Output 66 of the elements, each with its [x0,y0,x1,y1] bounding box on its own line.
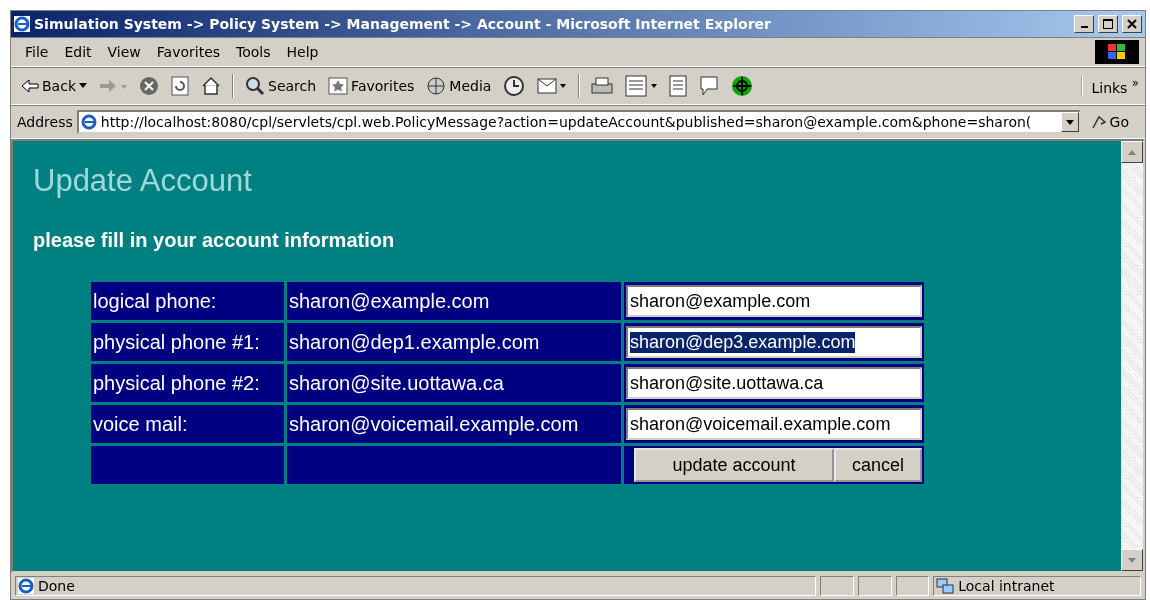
document-icon[interactable] [625,75,658,97]
caret-icon [79,83,87,89]
search-icon[interactable] [245,76,265,96]
close-button[interactable] [1122,15,1142,33]
links-button[interactable]: Links $^{»}$ [1081,76,1139,96]
scrollbar[interactable] [1121,141,1143,571]
go-button[interactable]: Go [1080,114,1139,130]
maximize-button[interactable] [1098,15,1118,33]
menu-item[interactable]: Edit [56,44,100,60]
status-pane [857,576,892,596]
back-arrow-icon[interactable] [21,79,39,93]
notepad-icon[interactable] [669,75,688,97]
mail-icon[interactable] [537,76,568,96]
status-pane [895,576,930,596]
browser-icon [80,114,97,130]
minimize-icon [1080,26,1088,28]
caret-icon [1065,119,1074,125]
browser-icon [18,578,34,594]
table-cell: voice mail: [91,405,284,443]
instruction-text: please fill in your account information [33,229,396,252]
table-cell: physical phone #2: [91,364,284,402]
window-title: Simulation System -> Policy System -> Management -> Account - Microsoft Internet Explorer [34,16,772,32]
close-icon [1127,19,1137,29]
refresh-icon[interactable] [171,76,189,96]
down-arrow-icon[interactable] [1128,557,1136,563]
browser-icon [14,16,30,32]
table-cell: logical phone: [91,282,284,320]
address-field[interactable]: http://localhost:8080/cpl/servlets/cpl.web.PolicyMessage?action=updateAccount&published=sharon@example.com&phone=sharon( [76,110,1081,134]
up-arrow-icon[interactable] [1128,149,1136,155]
media-button[interactable]: Media [422,76,496,96]
favorites-button[interactable]: Favorites [324,77,419,95]
menu-item[interactable]: File [17,44,57,60]
back-button[interactable]: Back [17,78,91,94]
status-text: Done [38,578,75,594]
zone-text: Local intranet [958,578,1055,594]
printer-icon[interactable] [591,77,614,95]
table-cell: physical phone #1: [91,323,284,361]
menu-item[interactable]: View [99,44,149,60]
menu-item[interactable]: Tools [228,44,279,60]
address-label: Address [17,114,73,130]
table-cell: sharon@site.uottawa.ca [287,364,621,402]
chat-icon[interactable] [699,75,720,97]
search-button[interactable]: Search [241,76,321,96]
input-field[interactable]: sharon@site.uottawa.ca [626,367,922,399]
input-field[interactable]: sharon@voicemail.example.com [626,408,922,440]
table-cell: sharon@voicemail.example.com [287,405,621,443]
stop-icon[interactable] [139,76,159,96]
menu-item[interactable]: Favorites [148,44,229,60]
status-pane [820,576,854,596]
input-field[interactable]: sharon@dep3.example.com [626,326,922,358]
home-icon[interactable] [201,76,221,96]
page-heading: Update Account [33,163,253,199]
network-icon [936,578,955,594]
menu-item[interactable]: Help [278,44,327,60]
update-account-button[interactable]: update account [634,448,834,482]
table-cell: sharon@dep1.example.com [287,323,621,361]
clock-icon[interactable] [503,75,526,97]
target-icon[interactable] [731,75,754,97]
windows-logo-icon [1095,40,1139,64]
input-field[interactable]: sharon@example.com [626,285,922,317]
globe-icon[interactable] [426,76,447,96]
maximize-icon [1103,19,1113,29]
minimize-button[interactable] [1074,15,1094,33]
dropdown-button[interactable] [1060,112,1079,132]
table-cell: sharon@example.com [287,282,621,320]
cancel-button[interactable]: cancel [834,448,922,482]
